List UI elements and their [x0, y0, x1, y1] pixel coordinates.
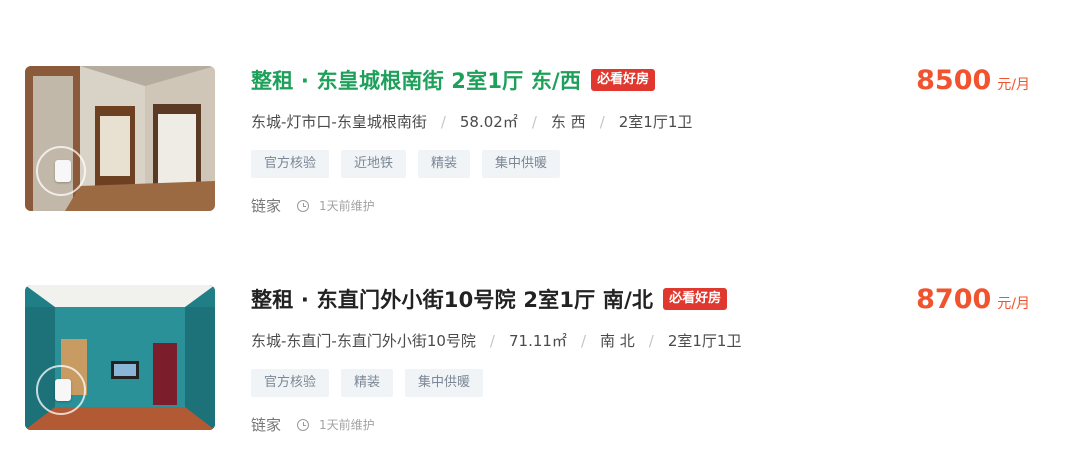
listing-photo[interactable] [25, 66, 215, 211]
price-value: 8500 [916, 65, 992, 96]
tag: 近地铁 [341, 150, 407, 178]
listing-card[interactable]: 整租 · 东皇城根南街 2室1厅 东/西 必看好房 8500 元/月 东城-灯市… [0, 65, 1080, 215]
divider: / [531, 112, 537, 131]
vr-tour-icon[interactable] [36, 365, 86, 415]
tag: 集中供暖 [482, 150, 561, 178]
divider: / [440, 112, 446, 131]
listing-location[interactable]: 东城-灯市口-东皇城根南街 [251, 111, 427, 132]
listing-orientation: 南 北 [600, 332, 635, 350]
tag: 精装 [341, 369, 394, 397]
listing-area: 58.02㎡ [459, 113, 518, 131]
listing-meta: 链家 1天前维护 [251, 195, 375, 216]
listing-tags: 官方核验 近地铁 精装 集中供暖 [251, 150, 572, 178]
price-value: 8700 [916, 284, 992, 315]
listing-price: 8500 元/月 [916, 65, 1030, 96]
agency-name: 链家 [251, 416, 282, 434]
tag: 精装 [418, 150, 471, 178]
update-time: 1天前维护 [319, 418, 375, 432]
listing-price: 8700 元/月 [916, 284, 1030, 315]
tag: 集中供暖 [405, 369, 484, 397]
listing-orientation: 东 西 [550, 113, 586, 131]
listing-layout: 2室1厅1卫 [618, 113, 693, 131]
price-unit: 元/月 [997, 296, 1030, 312]
listing-title[interactable]: 整租 · 东直门外小街10号院 2室1厅 南/北 必看好房 [251, 284, 728, 314]
clock-icon [297, 418, 310, 431]
listing-title-text[interactable]: 整租 · 东皇城根南街 2室1厅 东/西 [251, 65, 581, 95]
listing-photo[interactable] [25, 285, 215, 430]
listing-description: 东城-东直门-东直门外小街10号院 / 71.11㎡ / 南 北 / 2室1厅1… [251, 330, 741, 351]
divider: / [648, 331, 654, 350]
listing-location[interactable]: 东城-东直门-东直门外小街10号院 [251, 330, 476, 351]
agency-name: 链家 [251, 197, 282, 215]
divider: / [489, 331, 495, 350]
tag: 官方核验 [251, 369, 330, 397]
divider: / [599, 112, 605, 131]
listing-title-text[interactable]: 整租 · 东直门外小街10号院 2室1厅 南/北 [251, 284, 653, 314]
listing-card[interactable]: 整租 · 东直门外小街10号院 2室1厅 南/北 必看好房 8700 元/月 东… [0, 284, 1080, 434]
listing-layout: 2室1厅1卫 [667, 332, 742, 350]
tag: 官方核验 [251, 150, 330, 178]
vr-tour-icon[interactable] [36, 146, 86, 196]
listing-description: 东城-灯市口-东皇城根南街 / 58.02㎡ / 东 西 / 2室1厅1卫 [251, 111, 692, 132]
must-see-badge: 必看好房 [663, 288, 728, 310]
listing-tags: 官方核验 精装 集中供暖 [251, 369, 495, 397]
listing-meta: 链家 1天前维护 [251, 414, 375, 435]
listing-title[interactable]: 整租 · 东皇城根南街 2室1厅 东/西 必看好房 [251, 65, 656, 95]
listing-area: 71.11㎡ [508, 332, 567, 350]
divider: / [580, 331, 586, 350]
price-unit: 元/月 [997, 77, 1030, 93]
must-see-badge: 必看好房 [591, 69, 656, 91]
update-time: 1天前维护 [319, 199, 375, 213]
clock-icon [297, 199, 310, 212]
